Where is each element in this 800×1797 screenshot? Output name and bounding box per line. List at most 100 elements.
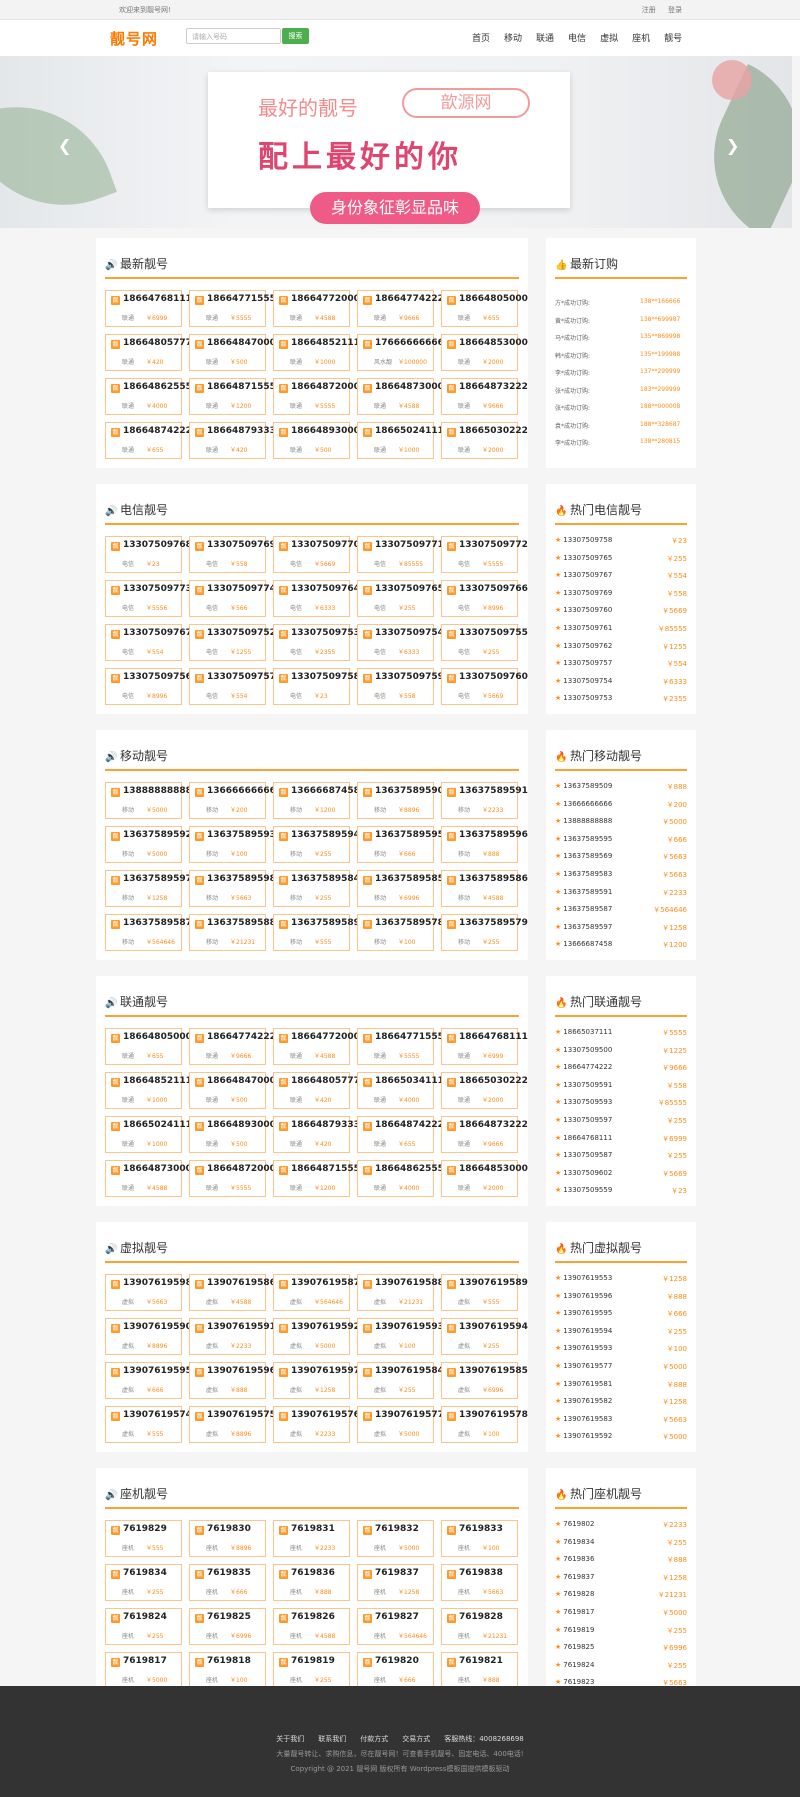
hot-number-row[interactable]: ★ 13637589591 ￥2233 [555,888,687,902]
hot-number[interactable]: 7619836 [563,1555,594,1563]
hot-number-row[interactable]: ★ 18664774222 ￥9666 [555,1063,687,1077]
phone-number[interactable]: 13637589578 [375,918,444,928]
number-card[interactable]: 靓 18665030222 联通 ￥2000 [441,1072,528,1109]
phone-number[interactable]: 18664872000 [207,1164,276,1174]
number-card[interactable]: 靓 7619836 座机 ￥888 [273,1564,350,1601]
phone-number[interactable]: 18664805000 [459,294,528,304]
number-card[interactable]: 靓 18664852111 联通 ￥1000 [105,1072,192,1109]
hot-number-row[interactable]: ★ 13888888888 ￥5000 [555,817,687,831]
number-card[interactable]: 靓 13907619585 虚拟 ￥6996 [441,1362,528,1399]
phone-number[interactable]: 13637589594 [291,830,360,840]
hot-number[interactable]: 7619837 [563,1573,594,1581]
phone-number[interactable]: 13907619589 [459,1278,528,1288]
number-card[interactable]: 靓 13907619591 虚拟 ￥2233 [189,1318,276,1355]
hot-number-row[interactable]: ★ 13907619592 ￥5000 [555,1432,687,1446]
hot-number-row[interactable]: ★ 13637589595 ￥666 [555,835,687,849]
number-card[interactable]: 靓 13907619576 虚拟 ￥2233 [273,1406,360,1443]
nav-item[interactable]: 首页 [472,34,490,44]
number-card[interactable]: 靓 18664874222 联通 ￥655 [357,1116,444,1153]
phone-number[interactable]: 18664879333 [207,426,276,436]
number-card[interactable]: 靓 13307509757 电信 ￥554 [189,668,276,705]
search-button[interactable]: 搜索 [282,28,309,44]
hot-number-row[interactable]: ★ 13637589587 ￥564646 [555,905,687,919]
number-card[interactable]: 靓 13666666666 移动 ￥200 [189,782,276,819]
phone-number[interactable]: 13307509772 [459,540,528,550]
phone-number[interactable]: 13907619594 [459,1322,528,1332]
phone-number[interactable]: 18664874222 [375,1120,444,1130]
hot-number[interactable]: 7619825 [563,1643,594,1651]
phone-number[interactable]: 13307509766 [459,584,528,594]
number-card[interactable]: 靓 7619817 座机 ￥5000 [105,1652,182,1689]
number-card[interactable]: 靓 7619837 座机 ￥1258 [357,1564,434,1601]
phone-number[interactable]: 7619830 [207,1524,251,1534]
phone-number[interactable]: 13637589587 [123,918,192,928]
phone-number[interactable]: 13907619596 [207,1366,276,1376]
phone-number[interactable]: 13907619593 [375,1322,444,1332]
number-card[interactable]: 靓 13907619575 虚拟 ￥8896 [189,1406,276,1443]
phone-number[interactable]: 13307509759 [375,672,444,682]
phone-number[interactable]: 7619817 [123,1656,167,1666]
phone-number[interactable]: 13307509752 [207,628,276,638]
phone-number[interactable]: 13307509758 [291,672,360,682]
hot-number-row[interactable]: ★ 13907619583 ￥5663 [555,1415,687,1429]
hot-number-row[interactable]: ★ 13666687458 ￥1200 [555,940,687,954]
number-card[interactable]: 靓 7619833 座机 ￥100 [441,1520,518,1557]
number-card[interactable]: 靓 13907619578 虚拟 ￥100 [441,1406,528,1443]
number-card[interactable]: 靓 13307509765 电信 ￥255 [357,580,444,617]
phone-number[interactable]: 13307509771 [375,540,444,550]
number-card[interactable]: 靓 13907619577 虚拟 ￥5000 [357,1406,444,1443]
hot-number-row[interactable]: ★ 7619837 ￥1258 [555,1573,687,1587]
hot-number[interactable]: 13637589569 [563,852,612,860]
number-card[interactable]: 靓 13307509759 电信 ￥558 [357,668,444,705]
number-card[interactable]: 靓 7619819 座机 ￥255 [273,1652,350,1689]
number-card[interactable]: 靓 18664771555 联通 ￥5555 [189,290,276,327]
nav-item[interactable]: 靓号 [664,34,682,44]
hot-number-row[interactable]: ★ 13307509767 ￥554 [555,571,687,585]
phone-number[interactable]: 18664873222 [459,382,528,392]
number-card[interactable]: 靓 18665024111 联通 ￥1000 [357,422,444,459]
hot-number[interactable]: 13307509757 [563,659,612,667]
hot-number[interactable]: 7619819 [563,1626,594,1634]
hot-number-row[interactable]: ★ 13307509593 ￥85555 [555,1098,687,1112]
number-card[interactable]: 靓 18664862555 联通 ￥4000 [357,1160,444,1197]
phone-number[interactable]: 13907619592 [291,1322,360,1332]
number-card[interactable]: 靓 18665024111 联通 ￥1000 [105,1116,192,1153]
number-card[interactable]: 靓 18664862555 联通 ￥4000 [105,378,192,415]
number-card[interactable]: 靓 13637589585 移动 ￥6996 [357,870,444,907]
number-card[interactable]: 靓 7619827 座机 ￥564646 [357,1608,434,1645]
phone-number[interactable]: 18664805777 [291,1076,360,1086]
hot-number[interactable]: 13907619593 [563,1344,612,1352]
number-card[interactable]: 靓 13307509767 电信 ￥554 [105,624,192,661]
hot-number-row[interactable]: ★ 7619825 ￥6996 [555,1643,687,1657]
hot-number[interactable]: 13666687458 [563,940,612,948]
phone-number[interactable]: 13637589579 [459,918,528,928]
number-card[interactable]: 靓 18664893000 联通 ￥500 [189,1116,276,1153]
register-link[interactable]: 注册 [642,6,656,14]
number-card[interactable]: 靓 13637589578 移动 ￥100 [357,914,444,951]
phone-number[interactable]: 18665024111 [375,426,444,436]
number-card[interactable]: 靓 13907619594 虚拟 ￥255 [441,1318,528,1355]
phone-number[interactable]: 13307509768 [123,540,192,550]
phone-number[interactable]: 18664873222 [459,1120,528,1130]
number-card[interactable]: 靓 13666687458 移动 ￥1200 [273,782,360,819]
number-card[interactable]: 靓 18664871555 联通 ￥1200 [189,378,276,415]
hot-number[interactable]: 13888888888 [563,817,612,825]
hot-number-row[interactable]: ★ 13307509769 ￥558 [555,589,687,603]
phone-number[interactable]: 13907619578 [459,1410,528,1420]
footer-link[interactable]: 交易方式 [402,1735,430,1743]
banner-prev-arrow-icon[interactable]: ❮ [58,136,71,155]
number-card[interactable]: 靓 13637589579 移动 ￥255 [441,914,528,951]
phone-number[interactable]: 7619818 [207,1656,251,1666]
hot-number-row[interactable]: ★ 13907619594 ￥255 [555,1327,687,1341]
hot-number[interactable]: 13637589583 [563,870,612,878]
hot-number[interactable]: 13307509761 [563,624,612,632]
nav-item[interactable]: 座机 [632,34,650,44]
phone-number[interactable]: 13907619584 [375,1366,444,1376]
phone-number[interactable]: 13907619598 [123,1278,192,1288]
hot-number-row[interactable]: ★ 13307509758 ￥23 [555,536,687,550]
number-card[interactable]: 靓 13907619574 虚拟 ￥555 [105,1406,192,1443]
phone-number[interactable]: 7619826 [291,1612,335,1622]
number-card[interactable]: 靓 18664873222 联通 ￥9666 [441,1116,528,1153]
number-card[interactable]: 靓 13307509772 电信 ￥5555 [441,536,528,573]
number-card[interactable]: 靓 18664805000 联通 ￥655 [105,1028,192,1065]
